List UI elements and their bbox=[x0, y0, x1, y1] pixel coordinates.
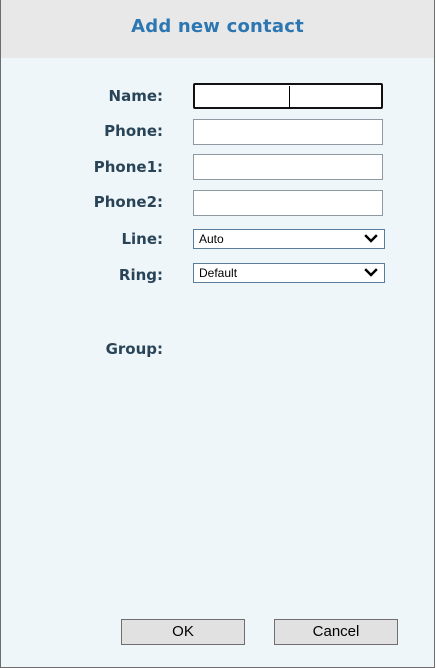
dialog-title-bar: Add new contact bbox=[1, 0, 434, 58]
text-cursor bbox=[289, 86, 290, 108]
group-label: Group: bbox=[105, 340, 163, 358]
line-label: Line: bbox=[121, 230, 163, 248]
name-field[interactable] bbox=[193, 83, 383, 109]
phone-field[interactable] bbox=[193, 119, 383, 145]
ok-button[interactable]: OK bbox=[121, 619, 245, 645]
ring-label: Ring: bbox=[118, 266, 163, 284]
line-select[interactable]: Auto bbox=[193, 229, 385, 249]
phone-label: Phone: bbox=[104, 122, 163, 140]
phone2-field[interactable] bbox=[193, 190, 383, 216]
chevron-down-icon bbox=[364, 268, 378, 277]
cancel-button[interactable]: Cancel bbox=[274, 619, 398, 645]
add-contact-dialog: Add new contact Name: Phone: Phone1: Pho… bbox=[0, 0, 435, 668]
name-label: Name: bbox=[108, 87, 163, 105]
ring-select[interactable]: Default bbox=[193, 263, 385, 283]
line-select-value: Auto bbox=[199, 232, 224, 246]
phone1-field[interactable] bbox=[193, 154, 383, 180]
phone1-label: Phone1: bbox=[93, 158, 163, 176]
dialog-title: Add new contact bbox=[131, 16, 304, 37]
chevron-down-icon bbox=[364, 234, 378, 243]
phone2-label: Phone2: bbox=[93, 193, 163, 211]
ring-select-value: Default bbox=[199, 266, 238, 280]
